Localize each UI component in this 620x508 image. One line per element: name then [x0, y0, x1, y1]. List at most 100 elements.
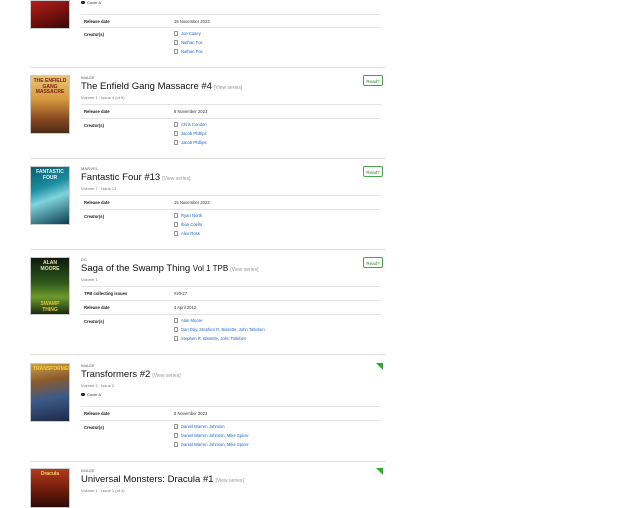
comic-card: Cover A Release date 15 November 2023 Cr…: [30, 0, 386, 68]
view-series-link[interactable]: [View series]: [152, 373, 180, 379]
creator-link[interactable]: Nathan Fox: [174, 49, 203, 55]
creator-link[interactable]: Joe Casey: [174, 31, 201, 37]
creator-link[interactable]: Daniel Warren Johnson: [174, 424, 225, 430]
cover-image[interactable]: TRANSFORMERS: [30, 363, 70, 422]
publisher-label: IMAGE: [81, 468, 95, 473]
creators-row: Creator(s): [81, 209, 381, 242]
volume-issue: Volume 1 · Issue 1 (of 4): [81, 488, 125, 493]
card-divider: [30, 67, 386, 68]
view-series-link[interactable]: [View series]: [216, 478, 244, 484]
document-icon: [174, 49, 178, 55]
creators-row: Creator(s): [81, 118, 381, 151]
card-divider: [30, 249, 386, 250]
volume-issue: Volume 1: [81, 277, 98, 282]
publisher-label: IMAGE: [81, 75, 95, 80]
volume-issue: Volume 7 · Issue 13: [81, 186, 117, 191]
creators-label: Creator(s): [84, 319, 105, 324]
detail-row: Release date 15 November 2023: [81, 14, 381, 27]
variant-label: Cover A: [81, 0, 101, 5]
volume-issue: Volume 1 · Issue 4 (of 6): [81, 95, 125, 100]
card-divider: [30, 158, 386, 159]
view-series-link[interactable]: [View series]: [162, 176, 190, 182]
publisher-label: IMAGE: [81, 363, 95, 368]
creators-label: Creator(s): [84, 214, 105, 219]
card-divider: [30, 461, 386, 462]
comic-card: FANTASTIC FOUR MARVEL Fantastic Four #13…: [30, 166, 386, 250]
creator-link[interactable]: Jacob Phillips: [174, 131, 207, 137]
view-series-link[interactable]: [View series]: [214, 85, 242, 91]
creator-link[interactable]: Alan Moore: [174, 318, 202, 324]
creator-link[interactable]: Stephen R. Bissette, John Totleben: [174, 336, 246, 342]
view-series-link[interactable]: [View series]: [230, 267, 258, 273]
cover-image[interactable]: THE ENFIELD GANG MASSACRE: [30, 75, 70, 134]
creators-row: Creator(s): [81, 27, 381, 60]
variant-label: Cover A: [81, 392, 101, 397]
corner-flag-icon[interactable]: [376, 468, 383, 475]
creator-link[interactable]: Nathan Fox: [174, 40, 203, 46]
creators-label: Creator(s): [84, 32, 105, 37]
detail-label: Release date: [84, 109, 110, 114]
document-icon: [174, 213, 178, 219]
read-button[interactable]: Read?: [363, 75, 383, 86]
document-icon: [174, 327, 178, 333]
document-icon: [174, 131, 178, 137]
detail-row: Release date 15 November 2023: [81, 195, 381, 208]
detail-label: Release date: [84, 19, 110, 24]
detail-value: 15 November 2023: [174, 200, 210, 205]
creator-link[interactable]: Jacob Phillips: [174, 140, 207, 146]
creator-link[interactable]: Dan Day, Stephen R. Bissette, John Totle…: [174, 327, 265, 333]
cover-image[interactable]: FANTASTIC FOUR: [30, 166, 70, 225]
publisher-label: DC: [81, 257, 88, 262]
document-icon: [174, 231, 178, 237]
creator-link[interactable]: Daniel Warren Johnson, Mike Spicer: [174, 433, 249, 439]
comic-card: THE ENFIELD GANG MASSACRE IMAGE The Enfi…: [30, 75, 386, 160]
detail-row: Release date 8 November 2023: [81, 406, 381, 419]
creator-link[interactable]: Ryan North: [174, 213, 202, 219]
detail-label: Release date: [84, 305, 110, 310]
creator-link[interactable]: Daniel Warren Johnson, Mike Spicer: [174, 442, 249, 448]
creators-label: Creator(s): [84, 425, 105, 430]
detail-row: Release date 4 April 2012: [81, 300, 381, 313]
detail-label: Release date: [84, 411, 110, 416]
comic-title[interactable]: Universal Monsters: Dracula #1 [View seri…: [81, 475, 244, 485]
detail-label: TPB collecting issues: [84, 291, 128, 296]
read-button[interactable]: Read?: [363, 257, 383, 268]
document-icon: [174, 122, 178, 128]
document-icon: [174, 318, 178, 324]
document-icon: [174, 424, 178, 430]
creator-link[interactable]: Iban Coello: [174, 222, 202, 228]
cover-image[interactable]: [30, 0, 70, 29]
comic-card: TRANSFORMERS IMAGE Transformers #2[View …: [30, 363, 386, 458]
comic-title[interactable]: Fantastic Four #13 [View series]: [81, 173, 190, 183]
comic-title[interactable]: Transformers #2 [View series]: [81, 370, 181, 380]
comic-card: ALAN MOORE SWAMP THING DC Saga of the Sw…: [30, 257, 386, 352]
volume-issue: Volume 2 · Issue 2: [81, 383, 115, 388]
speech-bubble-icon: [81, 1, 85, 5]
corner-flag-icon[interactable]: [376, 363, 383, 370]
detail-value: #20-27: [174, 291, 188, 296]
document-icon: [174, 336, 178, 342]
cover-image[interactable]: Dracula: [30, 468, 70, 508]
detail-row: TPB collecting issues #20-27: [81, 286, 381, 299]
cover-image[interactable]: ALAN MOORE SWAMP THING: [30, 257, 70, 315]
detail-value: 8 November 2023: [174, 411, 208, 416]
creator-link[interactable]: Alex Ross: [174, 231, 200, 237]
creators-label: Creator(s): [84, 123, 105, 128]
comic-card: Dracula IMAGE Universal Monsters: Dracul…: [30, 468, 386, 508]
publisher-label: MARVEL: [81, 166, 99, 171]
document-icon: [174, 140, 178, 146]
comic-title[interactable]: Saga of the Swamp Thing Vol 1 TPB [View s…: [81, 264, 259, 274]
detail-value: 4 April 2012: [174, 305, 197, 310]
read-button[interactable]: Read?: [363, 166, 383, 177]
creator-link[interactable]: Chris Condon: [174, 122, 207, 128]
detail-value: 15 November 2023: [174, 19, 210, 24]
document-icon: [174, 433, 178, 439]
document-icon: [174, 31, 178, 37]
document-icon: [174, 40, 178, 46]
detail-row: Release date 8 November 2023: [81, 104, 381, 117]
card-divider: [30, 354, 386, 355]
document-icon: [174, 442, 178, 448]
detail-value: 8 November 2023: [174, 109, 208, 114]
speech-bubble-icon: [81, 393, 85, 397]
comic-title[interactable]: The Enfield Gang Massacre #4 [View series…: [81, 82, 242, 92]
